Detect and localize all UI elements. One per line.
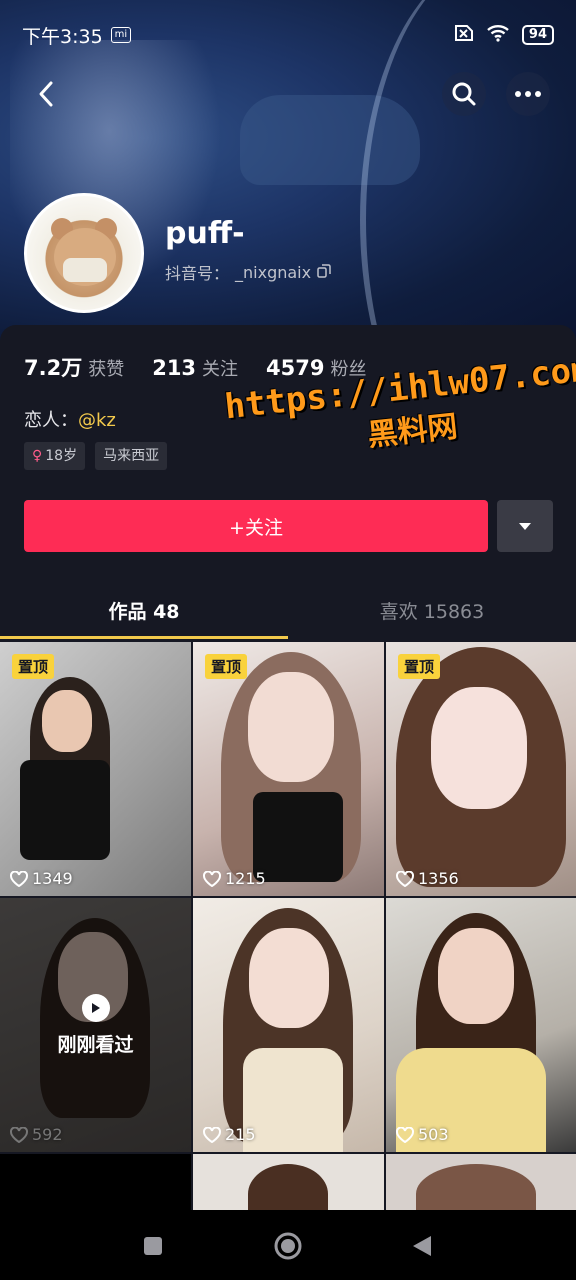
like-count: 1349	[10, 869, 73, 888]
stat-number: 4579	[266, 356, 325, 380]
recents-button[interactable]	[133, 1226, 173, 1266]
location-tag: 马来西亚	[95, 442, 168, 470]
back-button[interactable]	[24, 72, 68, 116]
heart-icon	[396, 870, 414, 887]
tab-works[interactable]: 作品 48	[0, 590, 288, 638]
stat-following[interactable]: 213 关注	[152, 355, 238, 381]
video-thumbnail[interactable]: 503	[386, 898, 576, 1152]
carrier-badge: mi	[110, 27, 132, 43]
stat-number: 7.2万	[24, 356, 83, 380]
like-count: 215	[203, 1125, 256, 1144]
heart-icon	[203, 870, 221, 887]
like-count: 503	[396, 1125, 449, 1144]
tab-likes[interactable]: 喜欢 15863	[288, 590, 576, 638]
video-grid: 置顶 1349 置顶 1215 置顶 1356 刚刚看过 592 215 503	[0, 642, 576, 1212]
video-thumbnail[interactable]: 置顶 1215	[193, 642, 384, 896]
content-tabs: 作品 48 喜欢 15863	[0, 590, 576, 640]
like-count-text: 1356	[418, 869, 459, 888]
video-thumbnail[interactable]	[193, 1154, 384, 1212]
home-button[interactable]	[268, 1226, 308, 1266]
age-text: 18岁	[45, 448, 78, 464]
video-thumbnail[interactable]: 置顶 1356	[386, 642, 576, 896]
heart-icon	[10, 1126, 28, 1143]
active-tab-indicator	[0, 636, 288, 639]
battery-icon: 94	[521, 25, 554, 45]
heart-icon	[203, 1126, 221, 1143]
like-count-text: 215	[225, 1125, 256, 1144]
lover-handle-link[interactable]: @kz	[78, 410, 116, 431]
lover-line: 恋人：@kz	[24, 406, 116, 432]
location-text: 马来西亚	[103, 448, 160, 464]
status-bar: 下午3:35 mi 94	[22, 20, 554, 50]
heart-icon	[10, 870, 28, 887]
more-horizontal-icon	[515, 91, 541, 97]
recently-watched-label: 刚刚看过	[0, 994, 191, 1057]
triangle-down-icon	[519, 522, 531, 530]
search-icon	[452, 82, 476, 106]
like-count: 1215	[203, 869, 266, 888]
douyin-id-label: 抖音号：	[165, 264, 230, 283]
douyin-id-value: _nixgnaix	[235, 262, 312, 282]
square-icon	[144, 1237, 162, 1255]
pinned-badge: 置顶	[205, 654, 248, 679]
chevron-left-icon	[39, 81, 53, 107]
video-thumbnail[interactable]	[386, 1154, 576, 1212]
recommend-dropdown-button[interactable]	[497, 500, 553, 552]
heart-icon	[396, 1126, 414, 1143]
video-thumbnail[interactable]: 215	[193, 898, 384, 1152]
status-time: 下午3:35	[22, 25, 103, 48]
search-button[interactable]	[442, 72, 486, 116]
female-icon: ♀	[32, 448, 43, 464]
pinned-badge: 置顶	[398, 654, 441, 679]
wifi-icon	[486, 24, 510, 47]
more-button[interactable]	[506, 72, 550, 116]
username: puff-	[165, 216, 245, 251]
sim-off-icon	[452, 24, 474, 46]
stat-likes[interactable]: 7.2万 获赞	[24, 352, 124, 382]
like-count-text: 1349	[32, 869, 73, 888]
lover-label: 恋人：	[24, 410, 78, 431]
avatar[interactable]	[24, 193, 144, 313]
profile-tags: ♀ 18岁 马来西亚	[24, 442, 168, 470]
video-thumbnail[interactable]: 置顶 1349	[0, 642, 191, 896]
stat-label: 关注	[202, 359, 239, 380]
like-count-text: 592	[32, 1125, 63, 1144]
video-thumbnail[interactable]: 刚刚看过 592	[0, 898, 191, 1152]
stat-label: 获赞	[88, 359, 125, 380]
back-nav-button[interactable]	[402, 1226, 442, 1266]
stat-number: 213	[152, 356, 197, 380]
like-count-text: 1215	[225, 869, 266, 888]
like-count-text: 503	[418, 1125, 449, 1144]
age-tag: ♀ 18岁	[24, 442, 86, 470]
copy-icon[interactable]	[317, 263, 331, 282]
cover-arch	[360, 0, 576, 345]
like-count: 1356	[396, 869, 459, 888]
system-nav-bar	[0, 1210, 576, 1280]
video-thumbnail[interactable]	[0, 1154, 191, 1212]
recently-watched-text: 刚刚看过	[57, 1034, 134, 1056]
douyin-id: 抖音号： _nixgnaix	[165, 260, 331, 284]
pinned-badge: 置顶	[12, 654, 55, 679]
triangle-back-icon	[413, 1236, 431, 1256]
like-count: 592	[10, 1125, 63, 1144]
play-icon	[81, 994, 110, 1022]
follow-button[interactable]: +关注	[24, 500, 488, 552]
home-circle-icon	[274, 1232, 302, 1260]
